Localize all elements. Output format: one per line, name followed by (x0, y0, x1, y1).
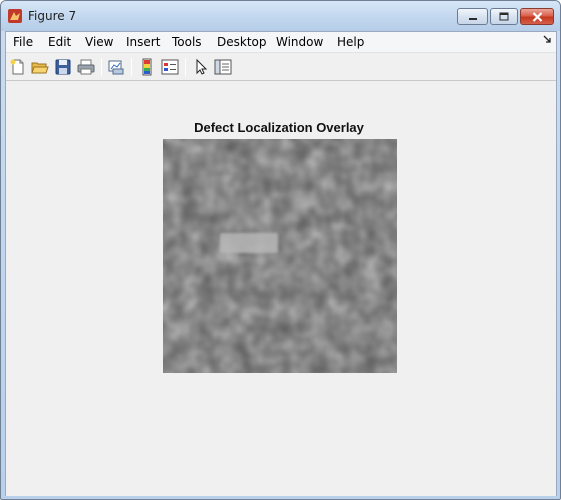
window-client-area: File Edit View Insert Tools Desktop Wind… (5, 31, 557, 496)
figure-toolbar (6, 54, 556, 81)
menu-window[interactable]: Window (276, 35, 323, 49)
figure-canvas[interactable]: Defect Localization Overlay (6, 82, 556, 496)
new-figure-icon[interactable] (9, 58, 27, 76)
window-title: Figure 7 (28, 9, 77, 23)
link-plot-icon[interactable] (107, 58, 125, 76)
open-file-icon[interactable] (31, 58, 49, 76)
defect-overlay-image[interactable] (163, 139, 397, 373)
matlab-logo-icon (8, 9, 22, 23)
minimize-icon (468, 17, 477, 20)
save-icon[interactable] (54, 58, 72, 76)
menu-tools[interactable]: Tools (172, 35, 202, 49)
menu-desktop[interactable]: Desktop (217, 35, 267, 49)
menu-bar: File Edit View Insert Tools Desktop Wind… (6, 32, 556, 53)
insert-legend-icon[interactable] (161, 58, 179, 76)
toolbar-separator (131, 58, 132, 76)
title-bar[interactable]: Figure 7 (1, 1, 560, 31)
pointer-icon[interactable] (192, 58, 210, 76)
menu-edit[interactable]: Edit (48, 35, 71, 49)
defect-region (220, 233, 278, 253)
minimize-button[interactable] (457, 8, 488, 25)
close-button[interactable] (520, 8, 554, 25)
toolbar-separator (185, 58, 186, 76)
menu-insert[interactable]: Insert (126, 35, 160, 49)
maximize-button[interactable] (490, 8, 518, 25)
toolbar-separator (101, 58, 102, 76)
menu-view[interactable]: View (85, 35, 113, 49)
close-icon (532, 11, 542, 22)
insert-colorbar-icon[interactable] (138, 58, 156, 76)
plot-title: Defect Localization Overlay (194, 120, 364, 135)
maximize-icon (499, 12, 509, 21)
property-inspector-icon[interactable] (214, 58, 232, 76)
menu-file[interactable]: File (13, 35, 33, 49)
menu-help[interactable]: Help (337, 35, 364, 49)
figure-window: Figure 7 File Edit View Insert Tools Des… (0, 0, 561, 500)
dock-arrow-icon[interactable] (543, 35, 552, 44)
print-icon[interactable] (77, 58, 95, 76)
